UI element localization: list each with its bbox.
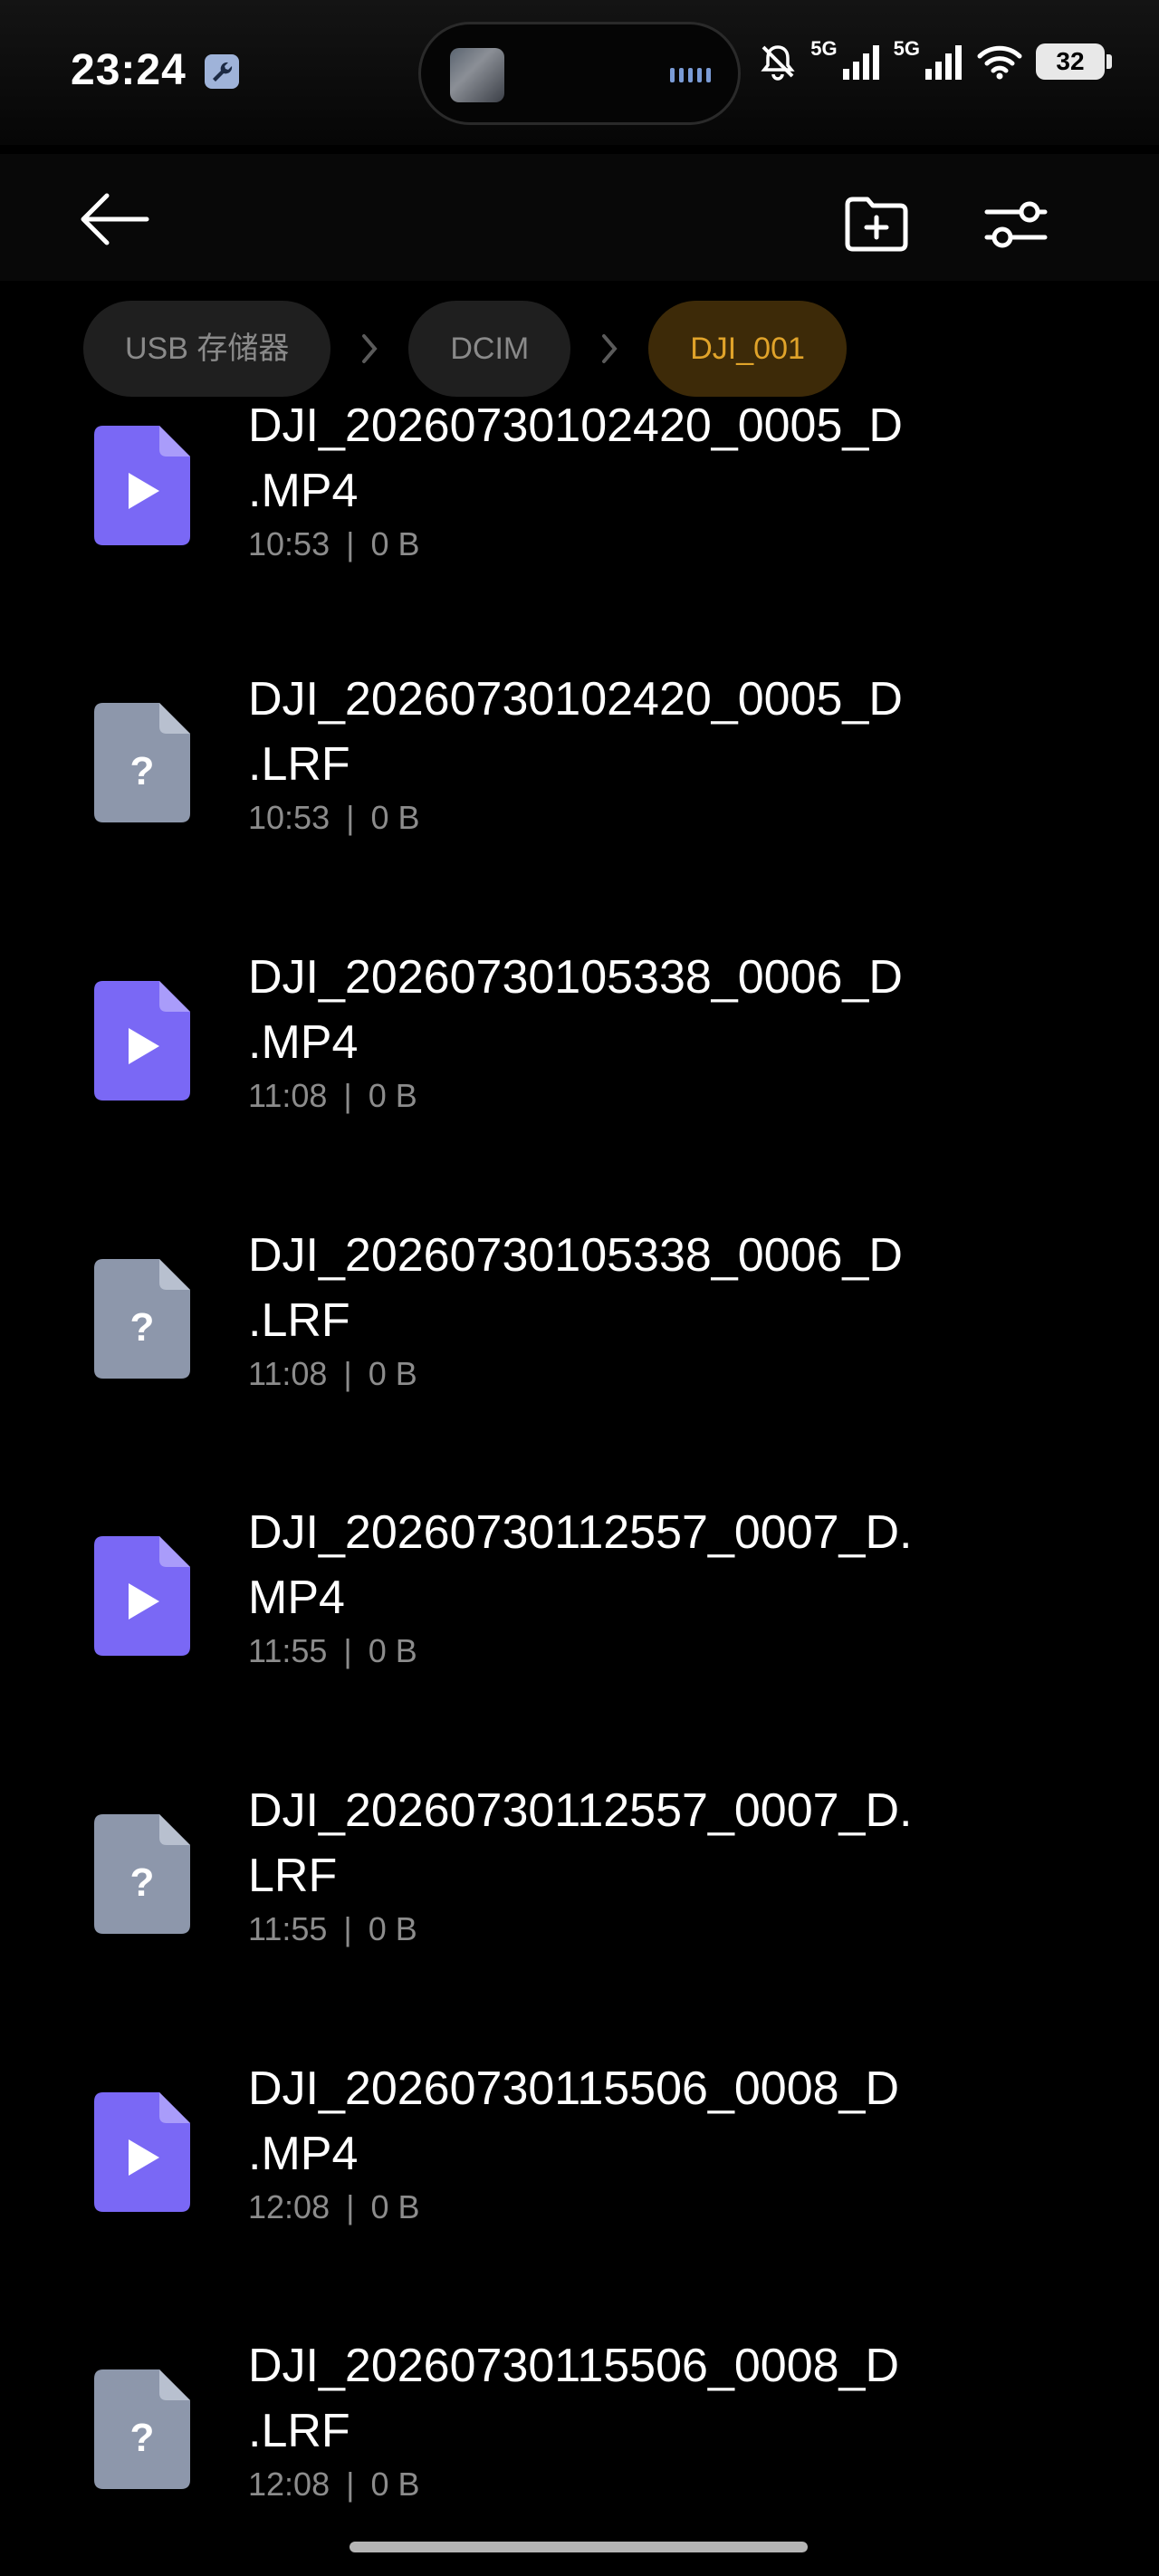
file-name-line2: .LRF [248,2405,350,2457]
home-indicator[interactable] [350,2542,808,2552]
signal-icon [842,45,879,80]
file-item[interactable]: DJI_20260730105338_0006_D .MP4 11:08 | 0 B [0,945,1159,1216]
file-size: 0 B [368,1077,417,1114]
file-time: 10:53 [248,525,330,562]
file-item[interactable]: DJI_20260730115506_0008_D .MP4 12:08 | 0 B [0,2056,1159,2328]
back-arrow-icon [81,193,149,245]
sliders-icon [984,201,1048,248]
file-list: DJI_20260730102420_0005_D .MP4 10:53 | 0 B… [0,399,1159,2576]
file-name-line1: DJI_20260730102420_0005_D [248,673,903,726]
crumb-dji-001[interactable]: DJI_001 [648,301,847,397]
wifi-icon [977,45,1022,80]
file-name-line1: DJI_20260730115506_0008_D [248,2062,900,2115]
file-name-line1: DJI_20260730102420_0005_D [248,399,903,452]
dynamic-island[interactable] [418,22,741,125]
network-type-2: 5G [893,37,920,60]
file-name-line2: .LRF [248,738,350,791]
breadcrumb: USB 存储器 DCIM DJI_001 [83,301,847,397]
file-name-line2: LRF [248,1850,338,1902]
video-file-icon [94,426,190,545]
audio-wave-icon [670,68,711,82]
file-size: 0 B [370,525,420,562]
video-file-icon [94,2092,190,2212]
file-item[interactable]: ? DJI_20260730115506_0008_D .LRF 12:08 | 0… [0,2333,1159,2576]
back-button[interactable] [72,179,154,261]
file-item[interactable]: DJI_20260730112557_0007_D. MP4 11:55 | 0 B [0,1500,1159,1772]
network-type-1: 5G [810,37,838,60]
unknown-file-icon: ? [94,2369,190,2489]
svg-text:?: ? [130,1860,155,1905]
file-size: 0 B [370,2188,420,2225]
file-size: 0 B [368,1632,417,1669]
new-folder-icon [845,197,908,252]
svg-text:?: ? [130,1305,155,1350]
chevron-right-icon [570,331,648,367]
file-time: 11:08 [248,1077,328,1114]
status-icons: 5G 5G 32 [758,37,1112,82]
signal-icon-2 [925,45,962,80]
unknown-file-icon: ? [94,1259,190,1379]
file-time: 12:08 [248,2188,330,2225]
filter-settings-button[interactable] [978,187,1054,263]
crumb-usb-storage[interactable]: USB 存储器 [83,301,331,397]
file-name-line2: .MP4 [248,1016,359,1069]
file-name-line2: .MP4 [248,465,359,517]
status-bar: 23:24 5G 5G 32 [0,0,1159,145]
file-time: 11:08 [248,1355,328,1392]
svg-text:?: ? [130,749,155,793]
file-size: 0 B [370,799,420,836]
battery-indicator: 32 [1036,43,1112,80]
chevron-right-icon [330,331,408,367]
file-name-line1: DJI_20260730112557_0007_D. [248,1506,913,1559]
unknown-file-icon: ? [94,1814,190,1934]
file-name-line1: DJI_20260730112557_0007_D. [248,1784,913,1837]
svg-text:?: ? [130,2416,155,2460]
file-name-line1: DJI_20260730105338_0006_D [248,1229,903,1282]
file-time: 11:55 [248,1632,328,1669]
crumb-dcim[interactable]: DCIM [408,301,571,397]
video-file-icon [94,981,190,1101]
file-time: 12:08 [248,2465,330,2503]
new-folder-button[interactable] [838,187,915,263]
file-name-line2: .MP4 [248,2128,359,2180]
file-time: 11:55 [248,1910,328,1947]
file-size: 0 B [368,1910,417,1947]
file-name-line2: MP4 [248,1572,345,1624]
toolbar [0,154,1159,281]
file-item[interactable]: ? DJI_20260730112557_0007_D. LRF 11:55 | 0… [0,1778,1159,2050]
unknown-file-icon: ? [94,703,190,822]
file-time: 10:53 [248,799,330,836]
media-thumbnail [450,48,504,102]
file-item[interactable]: DJI_20260730102420_0005_D .MP4 10:53 | 0 B [0,399,1159,661]
video-file-icon [94,1536,190,1656]
bell-muted-icon [761,45,795,81]
file-name-line2: .LRF [248,1294,350,1347]
file-name-line1: DJI_20260730105338_0006_D [248,951,903,1004]
wrench-icon [205,54,239,89]
file-size: 0 B [368,1355,417,1392]
file-item[interactable]: ? DJI_20260730105338_0006_D .LRF 11:08 | 0… [0,1223,1159,1495]
file-item[interactable]: ? DJI_20260730102420_0005_D .LRF 10:53 | 0… [0,667,1159,938]
file-size: 0 B [370,2465,420,2503]
status-time: 23:24 [71,46,187,94]
file-name-line1: DJI_20260730115506_0008_D [248,2340,900,2392]
